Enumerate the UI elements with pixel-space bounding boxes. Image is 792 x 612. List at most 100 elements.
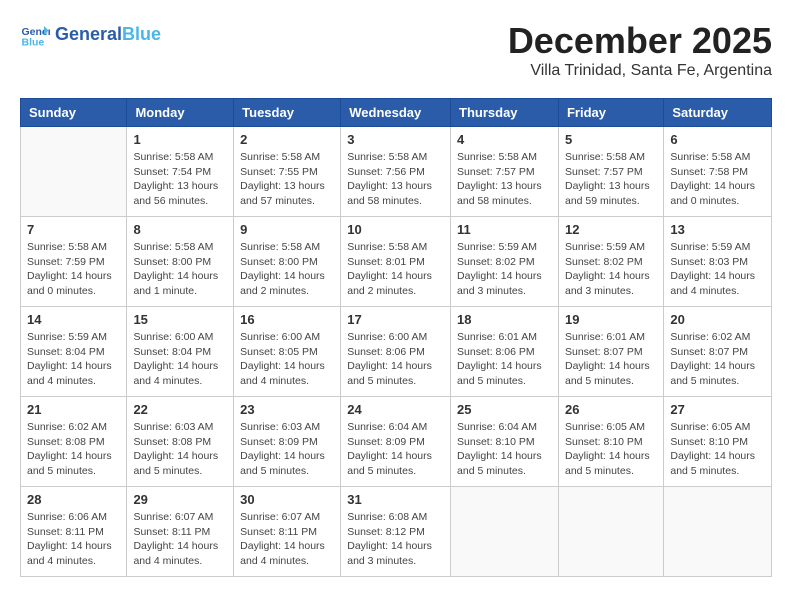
day-number: 11	[457, 222, 552, 237]
calendar-cell: 2Sunrise: 5:58 AM Sunset: 7:55 PM Daylig…	[234, 127, 341, 217]
day-info: Sunrise: 5:59 AM Sunset: 8:04 PM Dayligh…	[27, 330, 120, 389]
day-info: Sunrise: 5:59 AM Sunset: 8:02 PM Dayligh…	[457, 240, 552, 299]
day-number: 13	[670, 222, 765, 237]
day-info: Sunrise: 6:08 AM Sunset: 8:12 PM Dayligh…	[347, 510, 444, 569]
calendar-cell: 31 Sunrise: 6:08 AM Sunset: 8:12 PM Dayli…	[341, 487, 451, 577]
day-info: Sunrise: 5:58 AM Sunset: 8:00 PM Dayligh…	[133, 240, 227, 299]
calendar-cell: 17 Sunrise: 6:00 AM Sunset: 8:06 PM Dayli…	[341, 307, 451, 397]
weekday-header: Thursday	[451, 99, 559, 127]
day-info: Sunrise: 5:58 AM Sunset: 7:54 PM Dayligh…	[133, 150, 227, 209]
calendar: SundayMondayTuesdayWednesdayThursdayFrid…	[20, 98, 772, 577]
calendar-cell: 18 Sunrise: 6:01 AM Sunset: 8:06 PM Dayli…	[451, 307, 559, 397]
day-number: 26	[565, 402, 657, 417]
day-info: Sunrise: 6:04 AM Sunset: 8:09 PM Dayligh…	[347, 420, 444, 479]
day-info: Sunrise: 6:02 AM Sunset: 8:07 PM Dayligh…	[670, 330, 765, 389]
day-number: 18	[457, 312, 552, 327]
day-number: 29	[133, 492, 227, 507]
calendar-week-row: 21Sunrise: 6:02 AM Sunset: 8:08 PM Dayli…	[21, 397, 772, 487]
calendar-header: SundayMondayTuesdayWednesdayThursdayFrid…	[21, 99, 772, 127]
calendar-cell: 20 Sunrise: 6:02 AM Sunset: 8:07 PM Dayli…	[664, 307, 772, 397]
calendar-week-row: 14 Sunrise: 5:59 AM Sunset: 8:04 PM Dayli…	[21, 307, 772, 397]
calendar-cell: 21Sunrise: 6:02 AM Sunset: 8:08 PM Dayli…	[21, 397, 127, 487]
calendar-cell: 16 Sunrise: 6:00 AM Sunset: 8:05 PM Dayli…	[234, 307, 341, 397]
calendar-cell: 25Sunrise: 6:04 AM Sunset: 8:10 PM Dayli…	[451, 397, 559, 487]
calendar-cell: 26Sunrise: 6:05 AM Sunset: 8:10 PM Dayli…	[558, 397, 663, 487]
day-number: 12	[565, 222, 657, 237]
weekday-header: Tuesday	[234, 99, 341, 127]
day-number: 17	[347, 312, 444, 327]
day-number: 3	[347, 132, 444, 147]
day-info: Sunrise: 6:07 AM Sunset: 8:11 PM Dayligh…	[133, 510, 227, 569]
day-number: 16	[240, 312, 334, 327]
day-number: 7	[27, 222, 120, 237]
day-info: Sunrise: 5:58 AM Sunset: 8:00 PM Dayligh…	[240, 240, 334, 299]
day-number: 8	[133, 222, 227, 237]
day-info: Sunrise: 6:00 AM Sunset: 8:06 PM Dayligh…	[347, 330, 444, 389]
calendar-cell: 12 Sunrise: 5:59 AM Sunset: 8:02 PM Dayli…	[558, 217, 663, 307]
calendar-cell	[558, 487, 663, 577]
day-number: 5	[565, 132, 657, 147]
calendar-cell: 4 Sunrise: 5:58 AM Sunset: 7:57 PM Daylig…	[451, 127, 559, 217]
calendar-cell: 24 Sunrise: 6:04 AM Sunset: 8:09 PM Dayli…	[341, 397, 451, 487]
day-number: 15	[133, 312, 227, 327]
calendar-cell: 11 Sunrise: 5:59 AM Sunset: 8:02 PM Dayli…	[451, 217, 559, 307]
day-number: 20	[670, 312, 765, 327]
weekday-header: Friday	[558, 99, 663, 127]
calendar-cell: 1 Sunrise: 5:58 AM Sunset: 7:54 PM Daylig…	[127, 127, 234, 217]
day-number: 30	[240, 492, 334, 507]
day-info: Sunrise: 5:58 AM Sunset: 8:01 PM Dayligh…	[347, 240, 444, 299]
day-info: Sunrise: 6:00 AM Sunset: 8:05 PM Dayligh…	[240, 330, 334, 389]
day-number: 10	[347, 222, 444, 237]
day-number: 22	[133, 402, 227, 417]
day-number: 19	[565, 312, 657, 327]
weekday-header: Wednesday	[341, 99, 451, 127]
day-info: Sunrise: 6:03 AM Sunset: 8:08 PM Dayligh…	[133, 420, 227, 479]
calendar-cell: 7Sunrise: 5:58 AM Sunset: 7:59 PM Daylig…	[21, 217, 127, 307]
day-number: 27	[670, 402, 765, 417]
calendar-cell: 10 Sunrise: 5:58 AM Sunset: 8:01 PM Dayli…	[341, 217, 451, 307]
day-number: 23	[240, 402, 334, 417]
calendar-cell: 5 Sunrise: 5:58 AM Sunset: 7:57 PM Daylig…	[558, 127, 663, 217]
calendar-cell: 30 Sunrise: 6:07 AM Sunset: 8:11 PM Dayli…	[234, 487, 341, 577]
day-info: Sunrise: 6:01 AM Sunset: 8:06 PM Dayligh…	[457, 330, 552, 389]
calendar-cell: 15Sunrise: 6:00 AM Sunset: 8:04 PM Dayli…	[127, 307, 234, 397]
svg-text:Blue: Blue	[22, 37, 45, 49]
day-info: Sunrise: 6:05 AM Sunset: 8:10 PM Dayligh…	[670, 420, 765, 479]
calendar-cell	[21, 127, 127, 217]
calendar-cell: 22 Sunrise: 6:03 AM Sunset: 8:08 PM Dayli…	[127, 397, 234, 487]
calendar-cell: 9Sunrise: 5:58 AM Sunset: 8:00 PM Daylig…	[234, 217, 341, 307]
month-title: December 2025	[508, 20, 772, 62]
calendar-week-row: 1 Sunrise: 5:58 AM Sunset: 7:54 PM Daylig…	[21, 127, 772, 217]
weekday-header: Sunday	[21, 99, 127, 127]
calendar-cell: 6Sunrise: 5:58 AM Sunset: 7:58 PM Daylig…	[664, 127, 772, 217]
day-number: 25	[457, 402, 552, 417]
day-info: Sunrise: 6:03 AM Sunset: 8:09 PM Dayligh…	[240, 420, 334, 479]
title-section: December 2025 Villa Trinidad, Santa Fe, …	[508, 20, 772, 80]
logo-icon: General Blue	[20, 20, 50, 50]
calendar-cell	[664, 487, 772, 577]
day-info: Sunrise: 6:01 AM Sunset: 8:07 PM Dayligh…	[565, 330, 657, 389]
day-number: 24	[347, 402, 444, 417]
calendar-cell: 27 Sunrise: 6:05 AM Sunset: 8:10 PM Dayli…	[664, 397, 772, 487]
calendar-cell: 19 Sunrise: 6:01 AM Sunset: 8:07 PM Dayli…	[558, 307, 663, 397]
day-info: Sunrise: 5:59 AM Sunset: 8:03 PM Dayligh…	[670, 240, 765, 299]
calendar-cell	[451, 487, 559, 577]
day-info: Sunrise: 5:58 AM Sunset: 7:57 PM Dayligh…	[565, 150, 657, 209]
day-number: 14	[27, 312, 120, 327]
day-info: Sunrise: 5:58 AM Sunset: 7:57 PM Dayligh…	[457, 150, 552, 209]
day-number: 4	[457, 132, 552, 147]
day-number: 1	[133, 132, 227, 147]
calendar-week-row: 28Sunrise: 6:06 AM Sunset: 8:11 PM Dayli…	[21, 487, 772, 577]
day-info: Sunrise: 5:58 AM Sunset: 7:58 PM Dayligh…	[670, 150, 765, 209]
day-number: 2	[240, 132, 334, 147]
day-info: Sunrise: 5:59 AM Sunset: 8:02 PM Dayligh…	[565, 240, 657, 299]
calendar-cell: 13 Sunrise: 5:59 AM Sunset: 8:03 PM Dayli…	[664, 217, 772, 307]
calendar-cell: 14 Sunrise: 5:59 AM Sunset: 8:04 PM Dayli…	[21, 307, 127, 397]
day-number: 31	[347, 492, 444, 507]
day-number: 28	[27, 492, 120, 507]
calendar-cell: 29 Sunrise: 6:07 AM Sunset: 8:11 PM Dayli…	[127, 487, 234, 577]
calendar-cell: 3Sunrise: 5:58 AM Sunset: 7:56 PM Daylig…	[341, 127, 451, 217]
day-number: 21	[27, 402, 120, 417]
day-info: Sunrise: 6:07 AM Sunset: 8:11 PM Dayligh…	[240, 510, 334, 569]
calendar-cell: 8 Sunrise: 5:58 AM Sunset: 8:00 PM Daylig…	[127, 217, 234, 307]
